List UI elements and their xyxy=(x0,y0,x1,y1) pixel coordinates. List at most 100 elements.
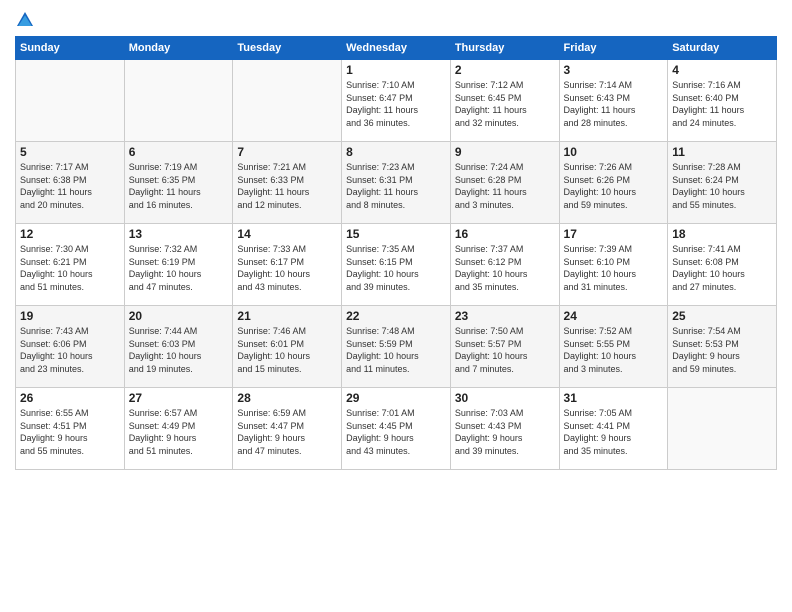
calendar-cell: 27 Sunrise: 6:57 AM Sunset: 4:49 PM Dayli… xyxy=(124,388,233,470)
calendar-cell: 29 Sunrise: 7:01 AM Sunset: 4:45 PM Dayli… xyxy=(342,388,451,470)
calendar-cell: 13Sunrise: 7:32 AM Sunset: 6:19 PM Dayli… xyxy=(124,224,233,306)
header-day-tuesday: Tuesday xyxy=(233,37,342,60)
day-number: 19 xyxy=(20,309,120,323)
header-area xyxy=(15,10,777,30)
day-info: Sunrise: 7:01 AM Sunset: 4:45 PM Dayligh… xyxy=(346,407,446,457)
calendar-cell xyxy=(233,60,342,142)
day-number: 29 xyxy=(346,391,446,405)
day-info: Sunrise: 7:52 AM Sunset: 5:55 PM Dayligh… xyxy=(564,325,664,375)
calendar-cell: 19 Sunrise: 7:43 AM Sunset: 6:06 PM Dayli… xyxy=(16,306,125,388)
calendar-cell: 31 Sunrise: 7:05 AM Sunset: 4:41 PM Dayli… xyxy=(559,388,668,470)
header-day-wednesday: Wednesday xyxy=(342,37,451,60)
calendar-cell: 26 Sunrise: 6:55 AM Sunset: 4:51 PM Dayli… xyxy=(16,388,125,470)
calendar-cell: 30 Sunrise: 7:03 AM Sunset: 4:43 PM Dayli… xyxy=(450,388,559,470)
day-info: Sunrise: 6:59 AM Sunset: 4:47 PM Dayligh… xyxy=(237,407,337,457)
calendar-cell: 16 Sunrise: 7:37 AM Sunset: 6:12 PM Dayli… xyxy=(450,224,559,306)
calendar-cell: 9 Sunrise: 7:24 AM Sunset: 6:28 PM Daylig… xyxy=(450,142,559,224)
day-number: 27 xyxy=(129,391,229,405)
day-info: Sunrise: 7:43 AM Sunset: 6:06 PM Dayligh… xyxy=(20,325,120,375)
calendar-cell: 11 Sunrise: 7:28 AM Sunset: 6:24 PM Dayli… xyxy=(668,142,777,224)
day-number: 17 xyxy=(564,227,664,241)
day-info: Sunrise: 6:57 AM Sunset: 4:49 PM Dayligh… xyxy=(129,407,229,457)
day-info: Sunrise: 7:03 AM Sunset: 4:43 PM Dayligh… xyxy=(455,407,555,457)
day-info: Sunrise: 6:55 AM Sunset: 4:51 PM Dayligh… xyxy=(20,407,120,457)
day-number: 10 xyxy=(564,145,664,159)
day-number: 13 xyxy=(129,227,229,241)
week-row-0: 1 Sunrise: 7:10 AM Sunset: 6:47 PM Daylig… xyxy=(16,60,777,142)
day-info: Sunrise: 7:05 AM Sunset: 4:41 PM Dayligh… xyxy=(564,407,664,457)
calendar-cell: 6Sunrise: 7:19 AM Sunset: 6:35 PM Daylig… xyxy=(124,142,233,224)
calendar-cell: 12 Sunrise: 7:30 AM Sunset: 6:21 PM Dayli… xyxy=(16,224,125,306)
day-number: 3 xyxy=(564,63,664,77)
day-number: 30 xyxy=(455,391,555,405)
day-number: 1 xyxy=(346,63,446,77)
calendar-cell: 23 Sunrise: 7:50 AM Sunset: 5:57 PM Dayli… xyxy=(450,306,559,388)
day-number: 28 xyxy=(237,391,337,405)
calendar-cell xyxy=(16,60,125,142)
day-number: 9 xyxy=(455,145,555,159)
header-row: SundayMondayTuesdayWednesdayThursdayFrid… xyxy=(16,37,777,60)
day-number: 24 xyxy=(564,309,664,323)
day-number: 8 xyxy=(346,145,446,159)
day-number: 6 xyxy=(129,145,229,159)
calendar-cell xyxy=(124,60,233,142)
day-info: Sunrise: 7:16 AM Sunset: 6:40 PM Dayligh… xyxy=(672,79,772,129)
calendar-cell: 8 Sunrise: 7:23 AM Sunset: 6:31 PM Daylig… xyxy=(342,142,451,224)
day-info: Sunrise: 7:50 AM Sunset: 5:57 PM Dayligh… xyxy=(455,325,555,375)
day-info: Sunrise: 7:48 AM Sunset: 5:59 PM Dayligh… xyxy=(346,325,446,375)
day-number: 23 xyxy=(455,309,555,323)
day-number: 26 xyxy=(20,391,120,405)
header-day-friday: Friday xyxy=(559,37,668,60)
logo xyxy=(15,10,39,30)
day-info: Sunrise: 7:44 AM Sunset: 6:03 PM Dayligh… xyxy=(129,325,229,375)
day-info: Sunrise: 7:46 AM Sunset: 6:01 PM Dayligh… xyxy=(237,325,337,375)
week-row-2: 12 Sunrise: 7:30 AM Sunset: 6:21 PM Dayli… xyxy=(16,224,777,306)
calendar-cell: 20 Sunrise: 7:44 AM Sunset: 6:03 PM Dayli… xyxy=(124,306,233,388)
calendar-cell: 18Sunrise: 7:41 AM Sunset: 6:08 PM Dayli… xyxy=(668,224,777,306)
calendar-cell: 22 Sunrise: 7:48 AM Sunset: 5:59 PM Dayli… xyxy=(342,306,451,388)
calendar-cell: 10 Sunrise: 7:26 AM Sunset: 6:26 PM Dayli… xyxy=(559,142,668,224)
day-number: 31 xyxy=(564,391,664,405)
day-number: 20 xyxy=(129,309,229,323)
calendar-cell: 4 Sunrise: 7:16 AM Sunset: 6:40 PM Daylig… xyxy=(668,60,777,142)
day-info: Sunrise: 7:24 AM Sunset: 6:28 PM Dayligh… xyxy=(455,161,555,211)
day-number: 16 xyxy=(455,227,555,241)
day-number: 15 xyxy=(346,227,446,241)
day-info: Sunrise: 7:28 AM Sunset: 6:24 PM Dayligh… xyxy=(672,161,772,211)
day-number: 22 xyxy=(346,309,446,323)
day-info: Sunrise: 7:12 AM Sunset: 6:45 PM Dayligh… xyxy=(455,79,555,129)
week-row-4: 26 Sunrise: 6:55 AM Sunset: 4:51 PM Dayli… xyxy=(16,388,777,470)
calendar-cell: 25Sunrise: 7:54 AM Sunset: 5:53 PM Dayli… xyxy=(668,306,777,388)
day-number: 25 xyxy=(672,309,772,323)
calendar-cell: 17 Sunrise: 7:39 AM Sunset: 6:10 PM Dayli… xyxy=(559,224,668,306)
day-info: Sunrise: 7:37 AM Sunset: 6:12 PM Dayligh… xyxy=(455,243,555,293)
calendar-cell: 24 Sunrise: 7:52 AM Sunset: 5:55 PM Dayli… xyxy=(559,306,668,388)
day-info: Sunrise: 7:10 AM Sunset: 6:47 PM Dayligh… xyxy=(346,79,446,129)
day-info: Sunrise: 7:39 AM Sunset: 6:10 PM Dayligh… xyxy=(564,243,664,293)
day-number: 11 xyxy=(672,145,772,159)
calendar-table: SundayMondayTuesdayWednesdayThursdayFrid… xyxy=(15,36,777,470)
day-number: 14 xyxy=(237,227,337,241)
calendar-cell xyxy=(668,388,777,470)
header-day-saturday: Saturday xyxy=(668,37,777,60)
calendar-cell: 2Sunrise: 7:12 AM Sunset: 6:45 PM Daylig… xyxy=(450,60,559,142)
header-day-thursday: Thursday xyxy=(450,37,559,60)
calendar-cell: 1 Sunrise: 7:10 AM Sunset: 6:47 PM Daylig… xyxy=(342,60,451,142)
logo-icon xyxy=(15,10,35,30)
header-day-sunday: Sunday xyxy=(16,37,125,60)
day-info: Sunrise: 7:35 AM Sunset: 6:15 PM Dayligh… xyxy=(346,243,446,293)
day-info: Sunrise: 7:30 AM Sunset: 6:21 PM Dayligh… xyxy=(20,243,120,293)
day-info: Sunrise: 7:21 AM Sunset: 6:33 PM Dayligh… xyxy=(237,161,337,211)
calendar-cell: 28 Sunrise: 6:59 AM Sunset: 4:47 PM Dayli… xyxy=(233,388,342,470)
day-number: 18 xyxy=(672,227,772,241)
day-number: 12 xyxy=(20,227,120,241)
week-row-1: 5Sunrise: 7:17 AM Sunset: 6:38 PM Daylig… xyxy=(16,142,777,224)
day-number: 4 xyxy=(672,63,772,77)
day-number: 21 xyxy=(237,309,337,323)
day-info: Sunrise: 7:23 AM Sunset: 6:31 PM Dayligh… xyxy=(346,161,446,211)
day-info: Sunrise: 7:26 AM Sunset: 6:26 PM Dayligh… xyxy=(564,161,664,211)
calendar-cell: 3Sunrise: 7:14 AM Sunset: 6:43 PM Daylig… xyxy=(559,60,668,142)
day-number: 7 xyxy=(237,145,337,159)
calendar-cell: 5Sunrise: 7:17 AM Sunset: 6:38 PM Daylig… xyxy=(16,142,125,224)
week-row-3: 19 Sunrise: 7:43 AM Sunset: 6:06 PM Dayli… xyxy=(16,306,777,388)
